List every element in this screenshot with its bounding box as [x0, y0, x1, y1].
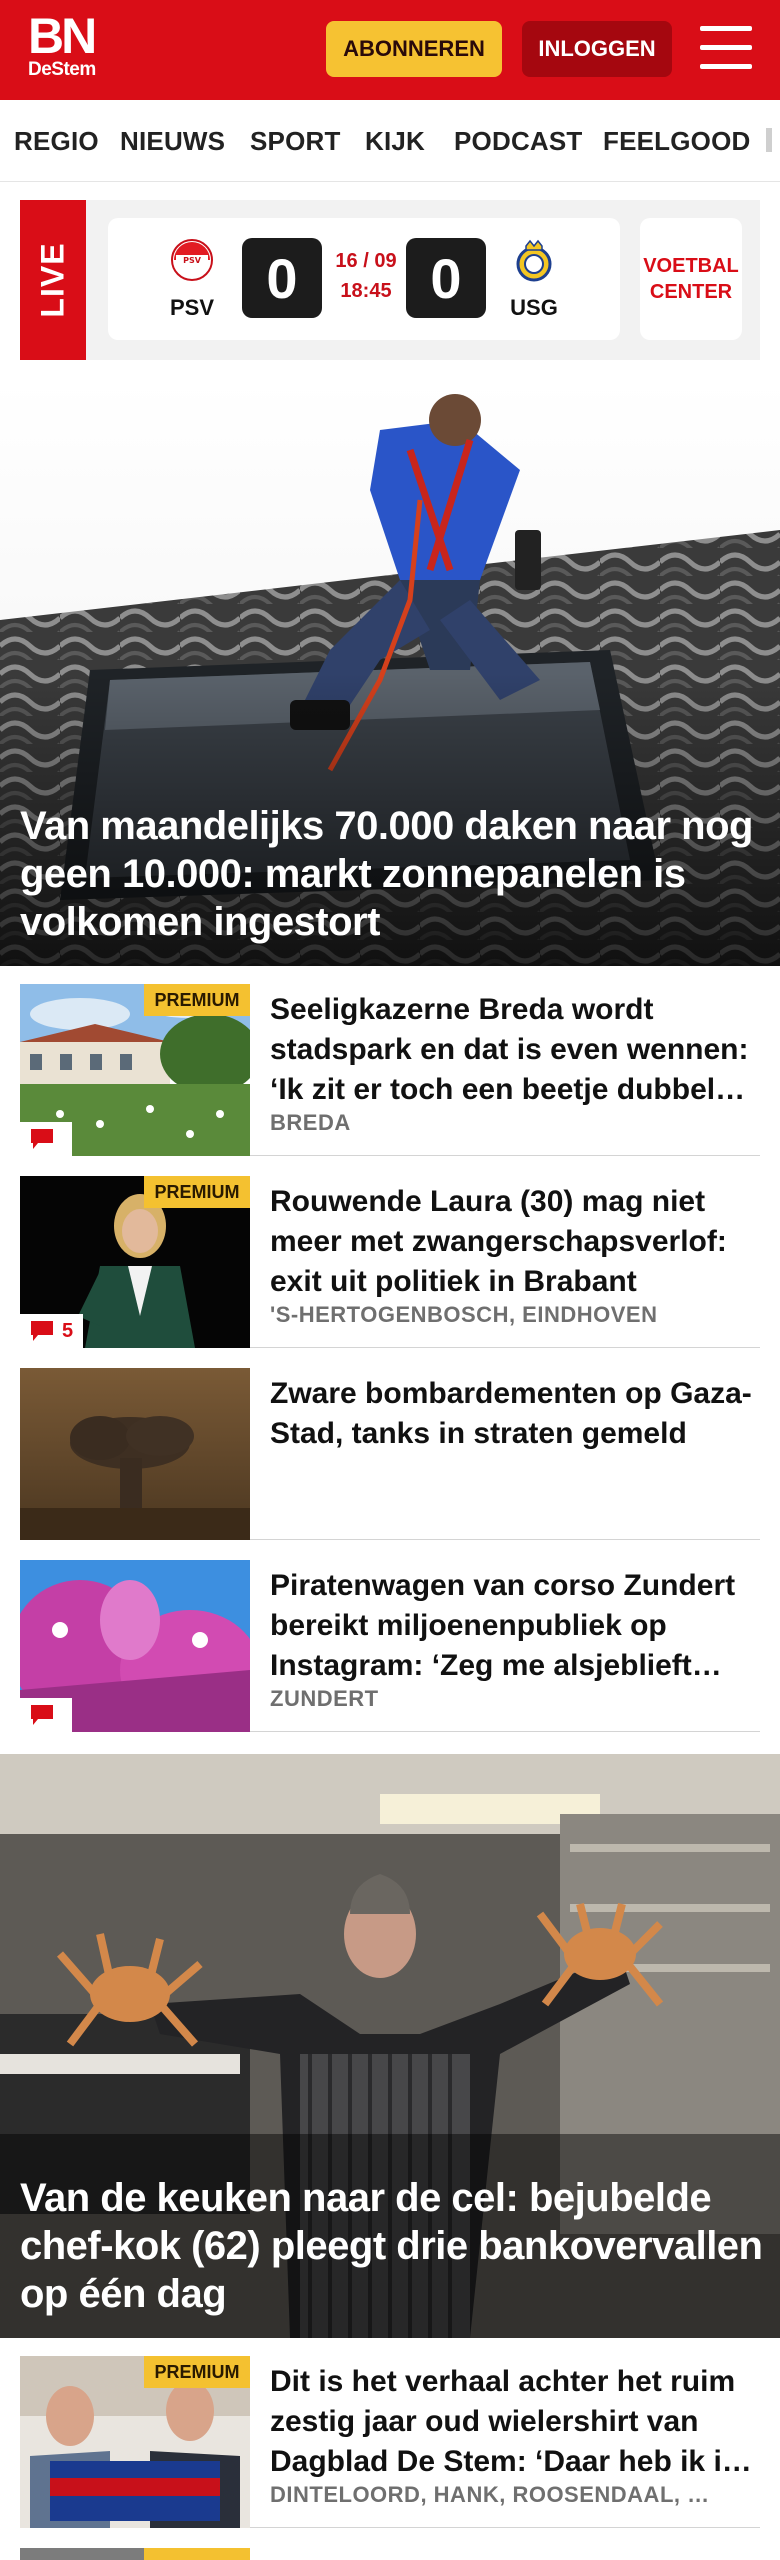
nav-item-regio[interactable]: REGIO: [14, 126, 99, 157]
premium-badge: [144, 2548, 250, 2560]
nav-item-feelgood[interactable]: FEELGOOD: [603, 126, 751, 157]
usg-crest-icon: [516, 239, 552, 282]
next-article-peek[interactable]: [20, 2548, 760, 2560]
top-header: BN DeStem ABONNEREN INLOGGEN: [0, 0, 780, 100]
nav-item-podcast[interactable]: PODCAST: [454, 126, 583, 157]
site-logo[interactable]: BN DeStem: [28, 8, 97, 80]
article-thumbnail: PREMIUM 5: [20, 1176, 250, 1348]
premium-badge: PREMIUM: [144, 1176, 250, 1208]
comment-count[interactable]: [20, 1122, 72, 1156]
article-card[interactable]: PREMIUM Dit is het verhaal achter het ru…: [20, 2356, 760, 2528]
home-team-name: PSV: [169, 295, 215, 320]
nav-overflow-indicator: [766, 128, 772, 152]
away-score: 0: [406, 238, 486, 318]
psv-logo-icon: PSV: [171, 239, 213, 281]
away-team-name: USG: [510, 295, 558, 320]
article-card[interactable]: PREMIUM Seeligkazerne Breda wordt stadsp…: [20, 984, 760, 1156]
comment-icon: [31, 1321, 53, 1341]
article-title: Seeligkazerne Breda wordt stadspark en d…: [270, 993, 749, 1106]
article-card[interactable]: Piratenwagen van corso Zundert bereikt m…: [20, 1560, 760, 1732]
comment-icon: [31, 1705, 53, 1725]
comment-number: 5: [62, 1319, 74, 1342]
article-title: Zware bombardementen op Ga­za-Stad, tank…: [270, 1377, 752, 1450]
premium-badge: PREMIUM: [144, 2356, 250, 2388]
home-team: PSV PSV: [160, 238, 224, 321]
login-button[interactable]: INLOGGEN: [522, 21, 672, 77]
logo-subtitle: DeStem: [28, 59, 96, 80]
subscribe-button[interactable]: ABONNEREN: [326, 21, 502, 77]
article-title: Piratenwagen van corso Zundert bereikt m…: [270, 1569, 736, 1682]
home-score: 0: [242, 238, 322, 318]
premium-badge: PREMIUM: [144, 984, 250, 1016]
article-title: Rouwende Laura (30) mag niet meer met zw…: [270, 1185, 727, 1298]
svg-text:PSV: PSV: [183, 256, 202, 265]
live-score-widget: LIVE PSV PSV 0 16 / 09 18:45 0 USG VOETB: [20, 200, 760, 360]
article-location: 'S-HERTOGENBOSCH, EINDHOVEN: [270, 1302, 658, 1327]
match-card[interactable]: PSV PSV 0 16 / 09 18:45 0 USG: [108, 218, 620, 340]
nav-item-sport[interactable]: SPORT: [250, 126, 341, 157]
article-thumbnail: PREMIUM: [20, 2356, 250, 2528]
live-label: LIVE: [20, 200, 86, 360]
article-title: Dit is het verhaal achter het ruim zesti…: [270, 2365, 752, 2478]
feature-article[interactable]: Van de keuken naar de cel: bejubelde che…: [0, 1754, 780, 2338]
logo-mark: BN: [28, 8, 97, 64]
article-location: DINTELOORD, HANK, ROOSENDAAL, …: [270, 2482, 710, 2507]
section-nav: REGIO NIEUWS SPORT KIJK PODCAST FEELGOOD: [0, 100, 780, 182]
article-card[interactable]: PREMIUM 5 Rouwende Laura (30) mag niet m…: [20, 1176, 760, 1348]
away-team: USG: [502, 238, 566, 321]
article-thumbnail: [20, 1368, 250, 1540]
article-location: ZUNDERT: [270, 1686, 379, 1711]
comment-count[interactable]: [20, 1698, 72, 1732]
match-datetime: 16 / 09 18:45: [334, 246, 398, 306]
article-thumbnail: PREMIUM: [20, 984, 250, 1156]
hamburger-menu-icon[interactable]: [700, 26, 752, 70]
match-time: 18:45: [340, 280, 392, 302]
nav-item-nieuws[interactable]: NIEUWS: [120, 126, 225, 157]
match-date: 16 / 09: [335, 250, 397, 272]
article-thumbnail: [20, 1560, 250, 1732]
comment-icon: [31, 1129, 53, 1149]
article-location: BREDA: [270, 1110, 351, 1135]
hero-article[interactable]: Van maandelijks 70.000 daken naar nog ge…: [0, 380, 780, 966]
hero-headline: Van maandelijks 70.000 daken naar nog ge…: [20, 804, 753, 944]
article-card[interactable]: Zware bombardementen op Ga­za-Stad, tank…: [20, 1368, 760, 1540]
comment-count[interactable]: 5: [20, 1314, 84, 1348]
voetbal-center-button[interactable]: VOETBAL CENTER: [640, 218, 742, 340]
feature-headline: Van de keuken naar de cel: bejubelde che…: [20, 2176, 763, 2316]
nav-item-kijk[interactable]: KIJK: [365, 126, 425, 157]
